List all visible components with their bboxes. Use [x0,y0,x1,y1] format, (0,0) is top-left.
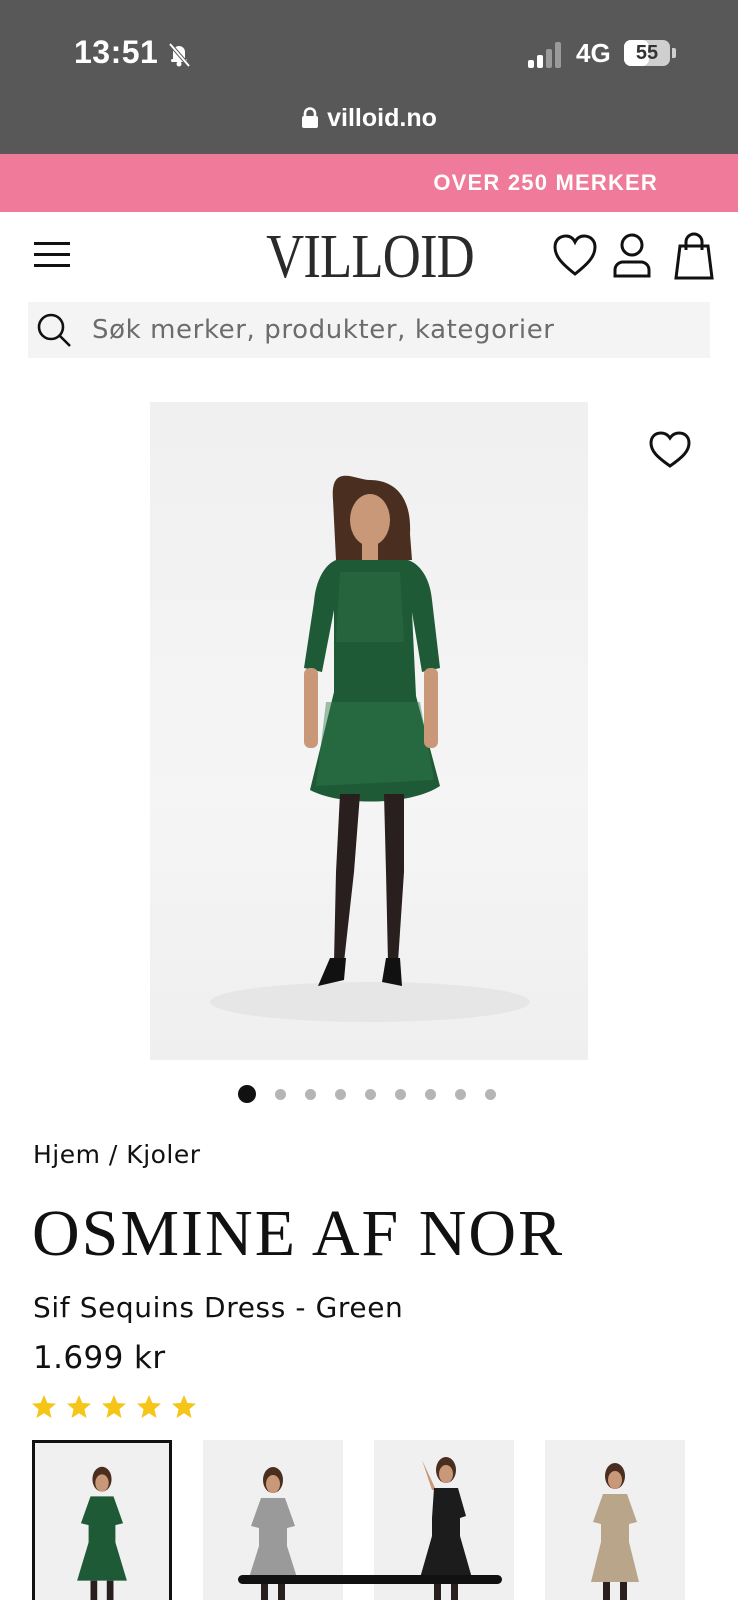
bell-slash-icon [168,42,191,68]
network-type: 4G [576,38,611,68]
product-photo [210,475,530,1022]
lock-icon [302,107,319,128]
pagination-dot[interactable] [365,1088,376,1100]
site-logo[interactable]: VILLOID [251,222,489,292]
product-image[interactable] [150,402,588,1060]
pagination-dot[interactable] [395,1088,406,1100]
battery-icon: 55 [624,40,670,66]
status-bar: 13:51 4G 55 villoid.no [0,0,738,154]
pagination-dot[interactable] [425,1088,436,1100]
status-time: 13:51 [74,34,159,70]
menu-icon[interactable] [30,232,74,276]
pagination-dot[interactable] [455,1088,466,1100]
search-bar [28,302,710,358]
battery-percentage: 55 [635,42,659,64]
promo-text: OVER 250 MERKER [433,170,658,195]
star-icon [32,1395,56,1418]
pagination-dot[interactable] [335,1088,346,1100]
product-brand[interactable]: OSMINE AF NOR [32,1196,564,1272]
heart-icon[interactable] [551,230,599,282]
thumbnail-gold[interactable] [545,1440,685,1600]
pagination-dot[interactable] [305,1088,316,1100]
url-text: villoid.no [327,103,437,132]
star-icon [172,1395,196,1418]
address-bar[interactable]: villoid.no [0,96,738,140]
image-pagination-dots [238,1084,496,1104]
star-icon [102,1395,126,1418]
star-icon [67,1395,91,1418]
promo-banner[interactable]: OVER 250 MERKER [0,154,738,212]
pagination-dot[interactable] [238,1085,256,1103]
star-icon [137,1395,161,1418]
thumbnail-photo [77,1466,127,1600]
site-header: VILLOID [0,212,738,302]
signal-icon [528,42,564,68]
rating-stars[interactable] [31,1394,197,1420]
product-price: 1.699 kr [33,1340,166,1376]
battery-tip [672,48,676,58]
add-to-wishlist-heart-icon[interactable] [648,428,692,470]
user-icon[interactable] [608,230,656,282]
search-input[interactable] [92,315,692,345]
pagination-dot[interactable] [275,1088,286,1100]
product-name: Sif Sequins Dress - Green [33,1291,404,1324]
thumbnail-green[interactable] [32,1440,172,1600]
bag-icon[interactable] [670,230,718,282]
pagination-dot[interactable] [485,1088,496,1100]
breadcrumb[interactable]: Hjem / Kjoler [33,1140,201,1169]
thumbnail-photo [591,1463,639,1600]
search-icon[interactable] [34,310,74,350]
home-indicator[interactable] [238,1575,502,1584]
